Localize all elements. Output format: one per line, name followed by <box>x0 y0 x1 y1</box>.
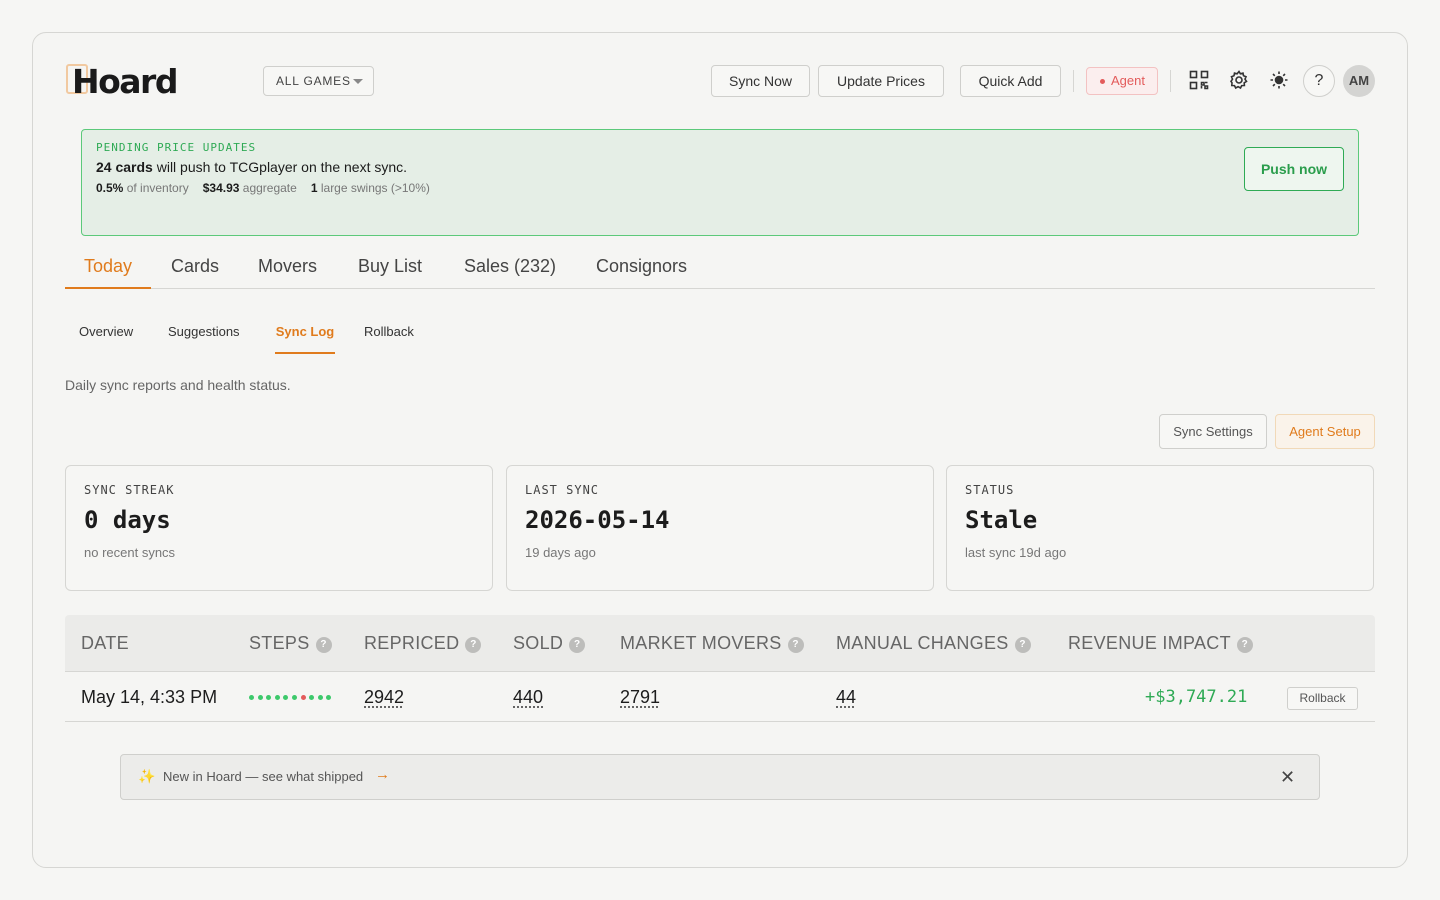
subtab-rollback[interactable]: Rollback <box>364 322 414 354</box>
banner-message-text: will push to TCGplayer on the next sync. <box>152 159 408 175</box>
card-value: 0 days <box>84 506 171 534</box>
card-key: LAST SYNC <box>525 483 600 497</box>
rollback-button[interactable]: Rollback <box>1287 687 1358 710</box>
card-value: 2026-05-14 <box>525 506 670 534</box>
close-icon[interactable]: ✕ <box>1280 767 1295 787</box>
help-icon[interactable]: ? <box>569 637 586 653</box>
agent-button[interactable]: Agent <box>1086 67 1158 95</box>
step-dot-ok <box>291 695 297 700</box>
column-header-manual-changes: MANUAL CHANGES? <box>836 615 1031 672</box>
tab-sales[interactable]: Sales (232) <box>464 244 556 289</box>
whats-new-toast[interactable]: ✨ New in Hoard — see what shipped → ✕ <box>120 754 1320 800</box>
help-icon[interactable]: ? <box>787 637 804 653</box>
push-now-button[interactable]: Push now <box>1244 147 1344 191</box>
card-sub: 19 days ago <box>525 545 596 560</box>
help-icon[interactable]: ? <box>465 637 482 653</box>
column-header-sold: SOLD? <box>513 615 586 672</box>
stat-pct-label: of inventory <box>123 181 189 195</box>
agent-setup-button[interactable]: Agent Setup <box>1275 414 1375 449</box>
table-row[interactable]: May 14, 4:33 PM 2942 440 2791 44 +$3,747… <box>65 672 1375 722</box>
tab-movers[interactable]: Movers <box>258 244 317 289</box>
card-key: SYNC STREAK <box>84 483 175 497</box>
subtab-sync-log[interactable]: Sync Log <box>275 322 335 354</box>
step-dot-failed <box>300 695 306 700</box>
app-logo[interactable]: Hoard <box>66 62 178 102</box>
column-header-steps: STEPS? <box>249 615 332 672</box>
sync-now-button[interactable]: Sync Now <box>711 65 810 97</box>
sun-icon[interactable] <box>1269 70 1289 90</box>
cell-steps[interactable] <box>249 695 335 701</box>
tab-consignors[interactable]: Consignors <box>596 244 687 289</box>
banner-count: 24 cards <box>96 159 153 175</box>
stat-card-last-sync: LAST SYNC 2026-05-14 19 days ago <box>506 465 934 591</box>
toast-text[interactable]: New in Hoard — see what shipped <box>163 769 363 784</box>
step-dot-ok <box>326 695 332 700</box>
divider <box>1073 70 1074 92</box>
cell-sold[interactable]: 440 <box>513 672 543 722</box>
step-dot-ok <box>283 695 289 700</box>
agent-label: Agent <box>1111 73 1145 88</box>
stat-aggregate-label: aggregate <box>239 181 297 195</box>
stat-aggregate: $34.93 <box>202 181 240 195</box>
agent-status-dot <box>1100 79 1105 84</box>
tab-today[interactable]: Today <box>65 244 151 289</box>
cell-date: May 14, 4:33 PM <box>81 687 218 707</box>
sparkle-icon: ✨ <box>138 768 156 784</box>
cell-repriced[interactable]: 2942 <box>364 672 404 722</box>
stat-swings-label: large swings (>10%) <box>317 181 430 195</box>
sync-log-table-header: DATE STEPS? REPRICED? SOLD? MARKET MOVER… <box>65 615 1375 672</box>
step-dot-ok <box>309 695 315 700</box>
card-sub: no recent syncs <box>84 545 176 560</box>
step-dot-ok <box>249 695 254 700</box>
banner-message: 24 cards will push to TCGplayer on the n… <box>96 159 407 175</box>
step-dot-ok <box>317 695 323 700</box>
chevron-down-icon <box>353 79 363 84</box>
subtab-suggestions[interactable]: Suggestions <box>168 322 240 354</box>
banner-stats: 0.5% of inventory $34.93 aggregate 1 large… <box>96 181 430 195</box>
cell-manual-changes[interactable]: 44 <box>836 672 856 722</box>
help-icon[interactable]: ? <box>315 637 332 653</box>
page-description: Daily sync reports and health status. <box>65 377 291 393</box>
arrow-right-icon[interactable]: → <box>375 766 390 783</box>
avatar[interactable]: AM <box>1343 65 1375 97</box>
step-dot-ok <box>266 695 272 700</box>
help-button[interactable]: ? <box>1303 65 1335 97</box>
cell-revenue-impact: +$3,747.21 <box>1145 687 1248 707</box>
column-header-repriced: REPRICED? <box>364 615 482 672</box>
column-header-date: DATE <box>81 633 129 653</box>
step-dot-ok <box>257 695 263 700</box>
sync-settings-button[interactable]: Sync Settings <box>1159 414 1267 449</box>
column-header-revenue-impact: REVENUE IMPACT? <box>1068 615 1253 672</box>
step-dot-ok <box>274 695 280 700</box>
tab-cards[interactable]: Cards <box>171 244 219 289</box>
qr-code-icon[interactable] <box>1189 70 1209 90</box>
stat-card-status: STATUS Stale last sync 19d ago <box>946 465 1374 591</box>
banner-label: PENDING PRICE UPDATES <box>96 141 257 154</box>
subtab-overview[interactable]: Overview <box>79 322 133 354</box>
card-sub: last sync 19d ago <box>965 545 1067 560</box>
help-icon[interactable]: ? <box>1236 637 1253 653</box>
game-filter-select[interactable]: ALL GAMES <box>263 66 374 96</box>
stat-pct: 0.5% <box>96 181 124 195</box>
card-value: Stale <box>965 506 1038 534</box>
help-icon[interactable]: ? <box>1014 637 1031 653</box>
game-filter-value: ALL GAMES <box>276 74 351 88</box>
card-key: STATUS <box>965 483 1015 497</box>
stat-swings: 1 <box>310 181 318 195</box>
divider <box>1170 70 1171 92</box>
tab-buy-list[interactable]: Buy List <box>358 244 422 289</box>
pending-updates-banner: PENDING PRICE UPDATES 24 cards will push… <box>81 129 1359 236</box>
main-tabs: Today Cards Movers Buy List Sales (232) … <box>65 244 1375 289</box>
stat-card-sync-streak: SYNC STREAK 0 days no recent syncs <box>65 465 493 591</box>
column-header-market-movers: MARKET MOVERS? <box>620 615 804 672</box>
update-prices-button[interactable]: Update Prices <box>818 65 944 97</box>
quick-add-button[interactable]: Quick Add <box>960 65 1061 97</box>
gear-icon[interactable] <box>1229 70 1249 90</box>
app-name: Hoard <box>72 62 178 101</box>
cell-market-movers[interactable]: 2791 <box>620 672 660 722</box>
